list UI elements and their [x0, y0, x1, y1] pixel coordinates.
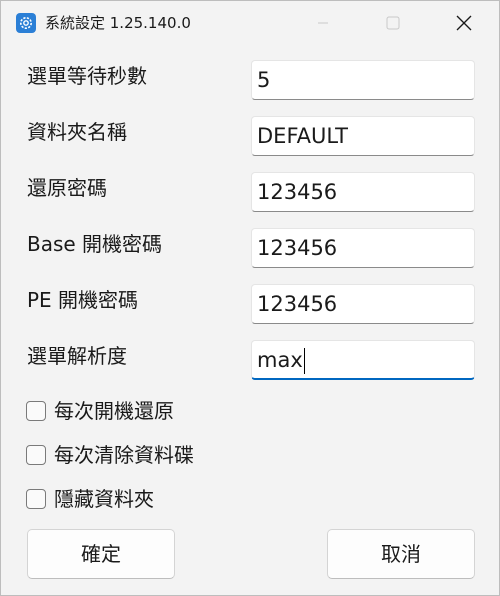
restore-password-value: 123456 — [257, 180, 338, 204]
cancel-button[interactable]: 取消 — [327, 529, 475, 579]
menu-resolution-label: 選單解析度 — [27, 344, 127, 368]
minimize-icon — [318, 22, 328, 24]
pe-boot-password-label: PE 開機密碼 — [27, 288, 139, 312]
checkbox-box[interactable] — [26, 445, 46, 465]
restore-password-label: 還原密碼 — [27, 176, 107, 200]
menu-wait-seconds-value: 5 — [257, 68, 271, 92]
folder-name-value: DEFAULT — [257, 124, 348, 148]
settings-window: 系統設定 1.25.140.0 選單等待秒數 5 資料夾名稱 DEFAULT 還… — [0, 0, 500, 596]
menu-wait-seconds-label: 選單等待秒數 — [27, 64, 147, 88]
pe-boot-password-value: 123456 — [257, 292, 338, 316]
ok-button[interactable]: 確定 — [27, 529, 175, 579]
base-boot-password-value: 123456 — [257, 236, 338, 260]
checkbox-box[interactable] — [26, 401, 46, 421]
checkbox-box[interactable] — [26, 489, 46, 509]
checkbox-label: 每次清除資料碟 — [54, 443, 194, 467]
close-icon — [456, 15, 472, 31]
menu-resolution-field[interactable]: max — [251, 340, 475, 380]
window-title: 系統設定 1.25.140.0 — [45, 14, 191, 32]
restore-password-field[interactable]: 123456 — [251, 172, 475, 212]
folder-name-field[interactable]: DEFAULT — [251, 116, 475, 156]
minimize-button[interactable] — [300, 1, 346, 45]
close-button[interactable] — [441, 1, 487, 45]
title-bar[interactable]: 系統設定 1.25.140.0 — [1, 1, 499, 45]
base-boot-password-field[interactable]: 123456 — [251, 228, 475, 268]
maximize-button[interactable] — [370, 1, 416, 45]
hide-folder-checkbox[interactable]: 隱藏資料夾 — [26, 487, 154, 511]
restore-on-boot-checkbox[interactable]: 每次開機還原 — [26, 399, 174, 423]
gear-icon — [16, 13, 36, 33]
base-boot-password-label: Base 開機密碼 — [27, 232, 163, 256]
text-caret — [303, 348, 305, 374]
clear-data-disk-checkbox[interactable]: 每次清除資料碟 — [26, 443, 194, 467]
pe-boot-password-field[interactable]: 123456 — [251, 284, 475, 324]
menu-wait-seconds-field[interactable]: 5 — [251, 60, 475, 100]
checkbox-label: 每次開機還原 — [54, 399, 174, 423]
menu-resolution-value: max — [257, 348, 303, 372]
maximize-icon — [386, 16, 400, 30]
checkbox-label: 隱藏資料夾 — [54, 487, 154, 511]
folder-name-label: 資料夾名稱 — [27, 120, 127, 144]
